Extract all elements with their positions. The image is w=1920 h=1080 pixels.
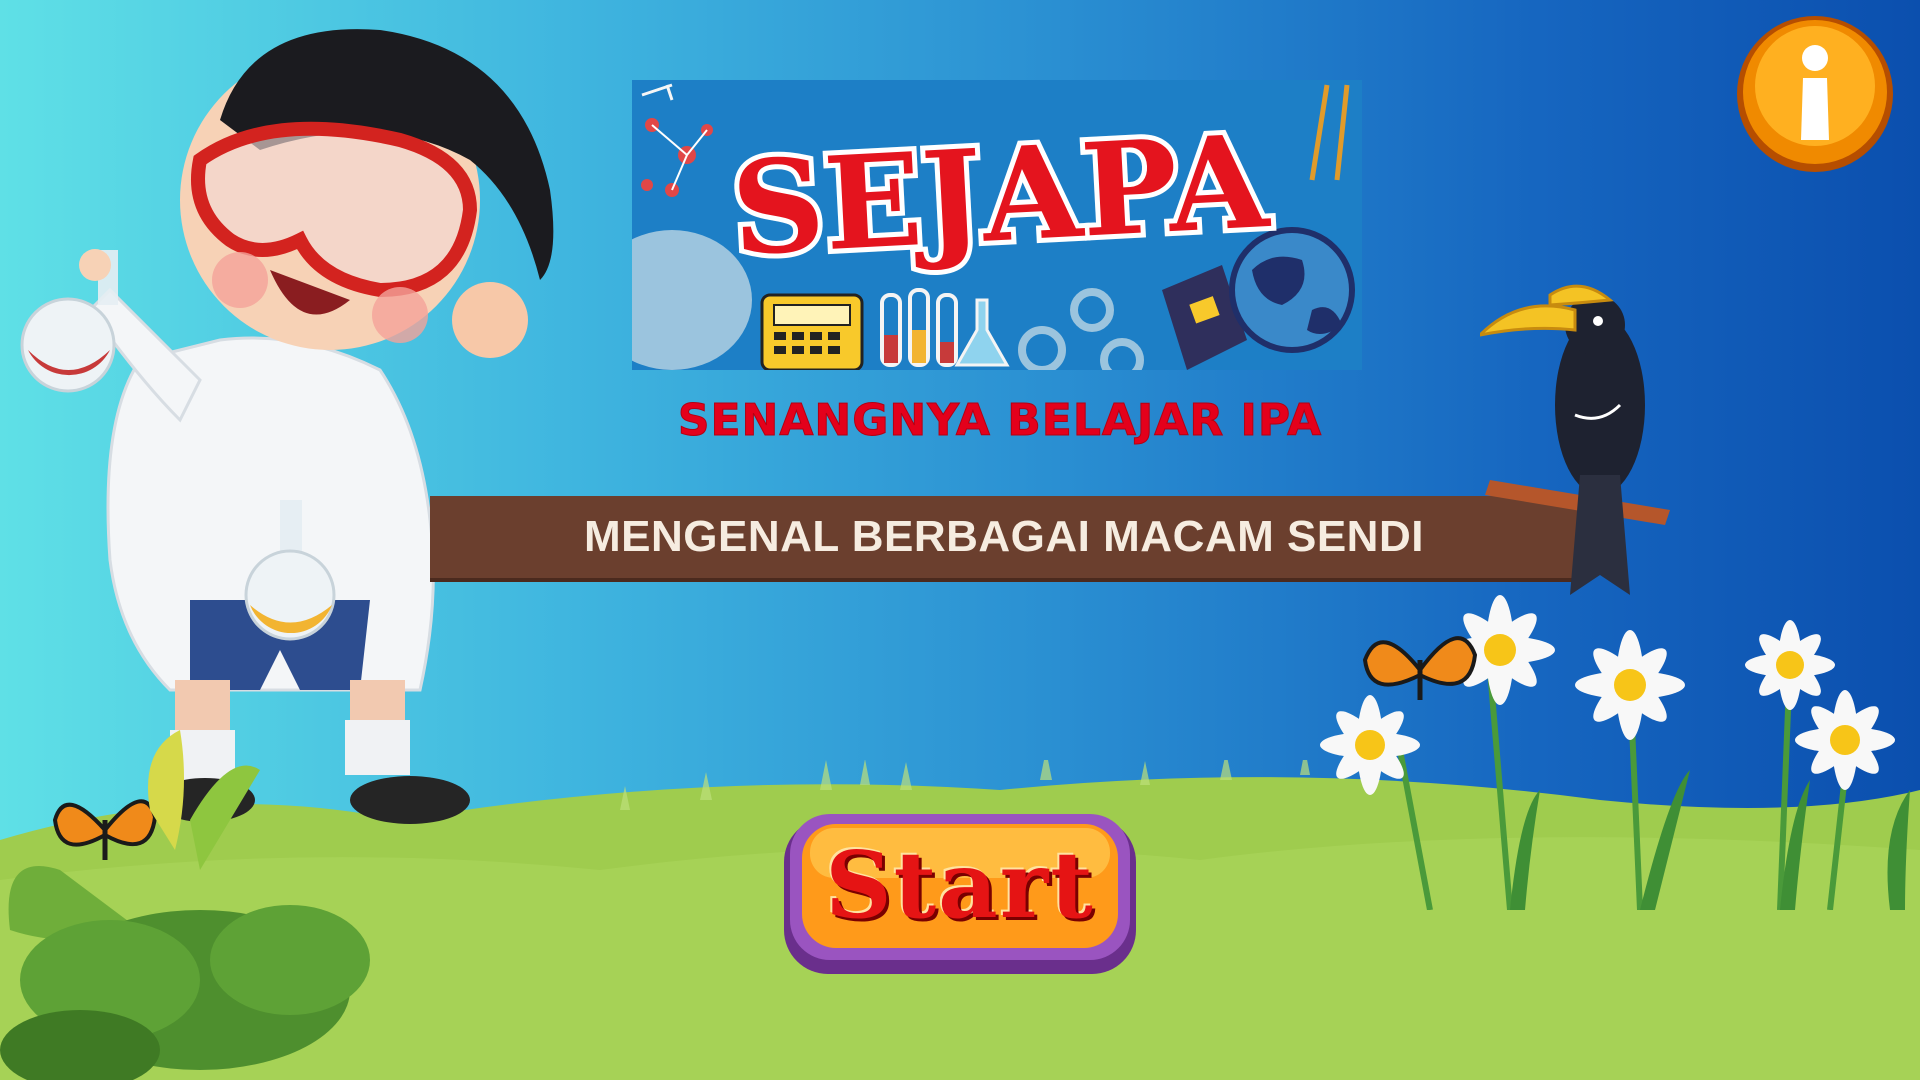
topic-title: MENGENAL BERBAGAI MACAM SENDI <box>584 512 1424 561</box>
start-label: Start <box>825 831 1095 939</box>
start-button[interactable]: Start <box>780 810 1140 980</box>
hornbill-bird-illustration <box>1480 284 1670 595</box>
app-subtitle: SENANGNYA BELAJAR IPA <box>677 395 1323 447</box>
info-icon <box>1737 16 1893 172</box>
topic-ribbon: MENGENAL BERBAGAI MACAM SENDI <box>430 496 1578 578</box>
info-button[interactable] <box>1733 12 1897 176</box>
logo-text: SEJAPA <box>728 107 1273 285</box>
sejapa-logo-banner: SEJAPA <box>632 80 1362 370</box>
leafy-plant-illustration <box>0 730 370 1080</box>
title-screen: SEJAPA SENANGNYA BELAJAR IPA MENGENAL BE… <box>0 0 1920 1080</box>
butterfly-right-illustration <box>1362 636 1478 700</box>
